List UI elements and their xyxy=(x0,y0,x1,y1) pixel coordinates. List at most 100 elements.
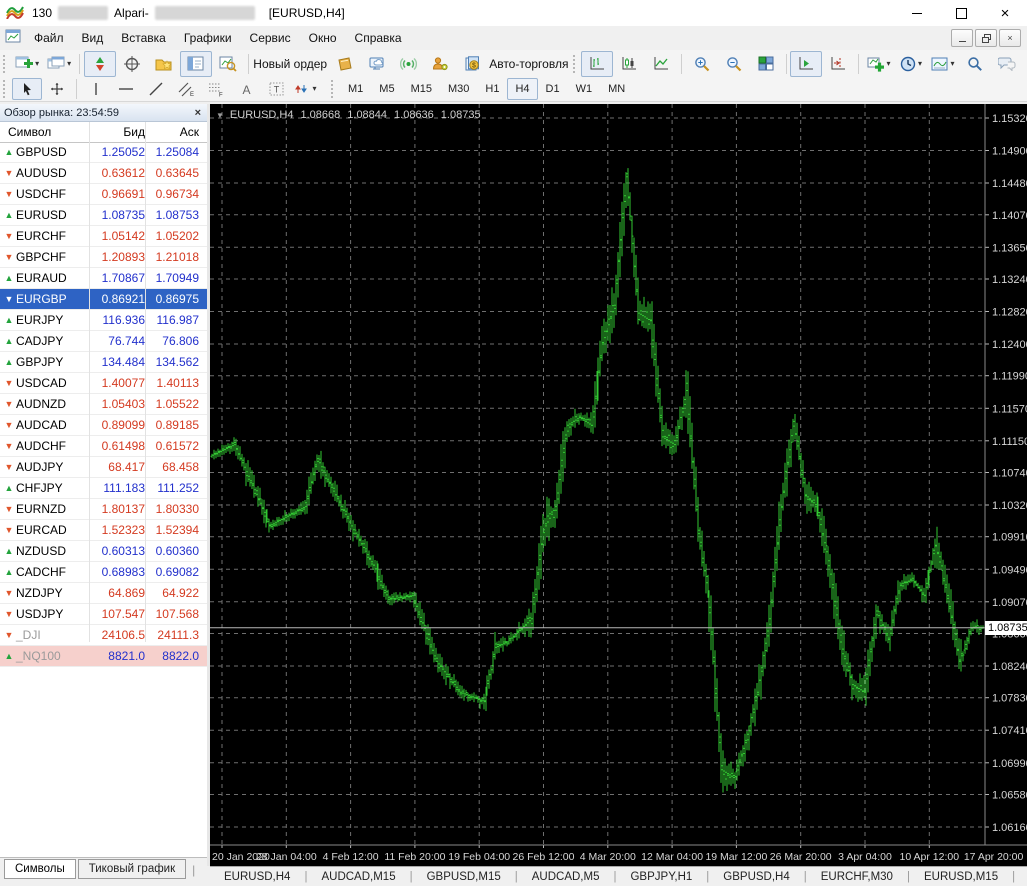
market-watch-row-CADJPY[interactable]: ▲ CADJPY 76.744 76.806 xyxy=(0,331,207,352)
terminal-button[interactable] xyxy=(179,50,212,77)
market-watch-row-CADCHF[interactable]: ▲ CADCHF 0.68983 0.69082 xyxy=(0,562,207,583)
market-watch-row-EURNZD[interactable]: ▼ EURNZD 1.80137 1.80330 xyxy=(0,499,207,520)
market-watch-row-CHFJPY[interactable]: ▲ CHFJPY 111.183 111.252 xyxy=(0,478,207,499)
chart-tab-GBPUSD-M15[interactable]: GBPUSD,M15 xyxy=(413,871,515,883)
menu-item-7[interactable]: Справка xyxy=(346,27,411,49)
cursor-tool-button[interactable] xyxy=(12,78,42,100)
chart-tab-EURCHF-M30[interactable]: EURCHF,M30 xyxy=(807,871,907,883)
chat-button[interactable] xyxy=(991,51,1023,77)
chart-tab-AUDCAD-M5[interactable]: AUDCAD,M5 xyxy=(518,871,614,883)
arrows-tool-button[interactable]: ▾ xyxy=(291,78,321,100)
community-button[interactable] xyxy=(425,51,457,77)
menu-item-4[interactable]: Графики xyxy=(175,27,241,49)
bar-chart-button[interactable] xyxy=(580,50,613,77)
market-watch-row-AUDJPY[interactable]: ▼ AUDJPY 68.417 68.458 xyxy=(0,457,207,478)
market-watch-header[interactable]: Обзор рынка: 23:54:59 × xyxy=(0,104,207,122)
periods-button[interactable]: ▾ xyxy=(895,51,927,77)
toolbar-grip[interactable] xyxy=(3,54,7,73)
timeframe-button-H1[interactable]: H1 xyxy=(477,78,507,100)
close-button[interactable]: × xyxy=(983,0,1027,26)
mdi-restore-button[interactable] xyxy=(975,29,997,47)
market-watch-row-NZDUSD[interactable]: ▲ NZDUSD 0.60313 0.60360 xyxy=(0,541,207,562)
toolbar-grip[interactable] xyxy=(331,80,336,98)
toolbar-grip[interactable] xyxy=(3,80,8,98)
chart-canvas[interactable]: 1.15320 1.14900 1.14480 1.14070 1.13650 1.132… xyxy=(210,104,1027,866)
horizontal-line-tool-button[interactable] xyxy=(111,78,141,100)
auto-scroll-button[interactable] xyxy=(790,50,823,77)
market-watch-row-EURGBP[interactable]: ▼ EURGBP 0.86921 0.86975 xyxy=(0,289,207,310)
timeframe-button-M1[interactable]: M1 xyxy=(340,78,371,100)
market-watch-close-icon[interactable]: × xyxy=(193,107,203,119)
candlestick-chart-button[interactable] xyxy=(613,51,645,77)
chart-window[interactable]: 1.15320 1.14900 1.14480 1.14070 1.13650 1.132… xyxy=(210,104,1027,866)
market-watch-row-NZDJPY[interactable]: ▼ NZDJPY 64.869 64.922 xyxy=(0,583,207,604)
tab-tick-chart[interactable]: Тиковый график xyxy=(77,859,187,879)
templates-button[interactable]: ▾ xyxy=(927,51,959,77)
chart-tab-EURUSD-M15[interactable]: EURUSD,M15 xyxy=(910,871,1012,883)
timeframe-button-M15[interactable]: M15 xyxy=(403,78,440,100)
menu-item-2[interactable]: Вид xyxy=(73,27,113,49)
minimize-button[interactable] xyxy=(895,0,939,26)
chart-tab-GBPJPY-H1[interactable]: GBPJPY,H1 xyxy=(616,871,706,883)
profiles-button[interactable]: ▾ xyxy=(43,51,75,77)
market-watch-row-AUDCHF[interactable]: ▼ AUDCHF 0.61498 0.61572 xyxy=(0,436,207,457)
zoom-in-button[interactable] xyxy=(686,51,718,77)
maximize-button[interactable] xyxy=(939,0,983,26)
new-order-button[interactable]: Новый ордер xyxy=(253,51,329,77)
market-watch-row-GBPUSD[interactable]: ▲ GBPUSD 1.25052 1.25084 xyxy=(0,142,207,163)
menu-item-5[interactable]: Сервис xyxy=(241,27,300,49)
autotrading-button[interactable]: Авто-торговля xyxy=(489,51,570,77)
market-watch-column-headers[interactable]: Символ Бид Аск xyxy=(0,122,207,143)
navigator-button[interactable] xyxy=(148,51,180,77)
tile-windows-button[interactable] xyxy=(750,51,782,77)
signals-button[interactable] xyxy=(393,51,425,77)
toolbar-grip[interactable] xyxy=(572,54,577,73)
timeframe-button-W1[interactable]: W1 xyxy=(568,78,601,100)
timeframe-button-D1[interactable]: D1 xyxy=(538,78,568,100)
virtual-hosting-button[interactable] xyxy=(361,51,393,77)
market-watch-toggle-button[interactable] xyxy=(83,50,116,77)
market-watch-row-USDCAD[interactable]: ▼ USDCAD 1.40077 1.40113 xyxy=(0,373,207,394)
market-watch-row-EURAUD[interactable]: ▲ EURAUD 1.70867 1.70949 xyxy=(0,268,207,289)
market-watch-row-GBPCHF[interactable]: ▼ GBPCHF 1.20893 1.21018 xyxy=(0,247,207,268)
menu-item-6[interactable]: Окно xyxy=(300,27,346,49)
market-watch-row-_DJI[interactable]: ▼ _DJI 24106.5 24111.3 xyxy=(0,625,207,646)
vertical-line-tool-button[interactable] xyxy=(81,78,111,100)
search-button[interactable] xyxy=(959,51,991,77)
fibonacci-tool-button[interactable]: F xyxy=(201,78,231,100)
chart-tab-AUDCAD-M15[interactable]: AUDCAD,M15 xyxy=(307,871,409,883)
menu-item-3[interactable]: Вставка xyxy=(112,27,175,49)
line-chart-button[interactable] xyxy=(645,51,677,77)
timeframe-button-M5[interactable]: M5 xyxy=(371,78,402,100)
menu-item-1[interactable]: Файл xyxy=(25,27,73,49)
chart-shift-button[interactable] xyxy=(822,51,854,77)
market-watch-row-GBPJPY[interactable]: ▲ GBPJPY 134.484 134.562 xyxy=(0,352,207,373)
market-button[interactable]: $ xyxy=(457,51,489,77)
tab-symbols[interactable]: Символы xyxy=(4,859,76,879)
timeframe-button-M30[interactable]: M30 xyxy=(440,78,477,100)
market-watch-row-AUDCAD[interactable]: ▼ AUDCAD 0.89099 0.89185 xyxy=(0,415,207,436)
market-watch-row-USDJPY[interactable]: ▼ USDJPY 107.547 107.568 xyxy=(0,604,207,625)
chart-tab-AUDCAD-H[interactable]: AUDCAD,H xyxy=(1015,871,1027,883)
mdi-close-button[interactable]: × xyxy=(999,29,1021,47)
zoom-out-button[interactable] xyxy=(718,51,750,77)
market-watch-row-AUDUSD[interactable]: ▼ AUDUSD 0.63612 0.63645 xyxy=(0,163,207,184)
market-watch-row-_NQ100[interactable]: ▲ _NQ100 8821.0 8822.0 xyxy=(0,646,207,667)
market-watch-row-EURCAD[interactable]: ▼ EURCAD 1.52323 1.52394 xyxy=(0,520,207,541)
market-watch-row-EURCHF[interactable]: ▼ EURCHF 1.05142 1.05202 xyxy=(0,226,207,247)
market-watch-row-EURUSD[interactable]: ▲ EURUSD 1.08735 1.08753 xyxy=(0,205,207,226)
new-chart-button[interactable]: ▾ xyxy=(11,51,43,77)
indicators-button[interactable]: ▾ xyxy=(863,51,895,77)
channel-tool-button[interactable]: E xyxy=(171,78,201,100)
market-watch-row-AUDNZD[interactable]: ▼ AUDNZD 1.05403 1.05522 xyxy=(0,394,207,415)
one-click-trading-arrow-icon[interactable]: ▼ xyxy=(216,111,224,120)
strategy-tester-button[interactable] xyxy=(212,51,244,77)
text-tool-button[interactable]: A xyxy=(231,78,261,100)
mdi-minimize-button[interactable] xyxy=(951,29,973,47)
crosshair-tool-button[interactable] xyxy=(42,78,72,100)
timeframe-button-MN[interactable]: MN xyxy=(600,78,633,100)
label-tool-button[interactable]: T xyxy=(261,78,291,100)
timeframe-button-H4[interactable]: H4 xyxy=(507,78,538,100)
trendline-tool-button[interactable] xyxy=(141,78,171,100)
market-watch-row-USDCHF[interactable]: ▼ USDCHF 0.96691 0.96734 xyxy=(0,184,207,205)
